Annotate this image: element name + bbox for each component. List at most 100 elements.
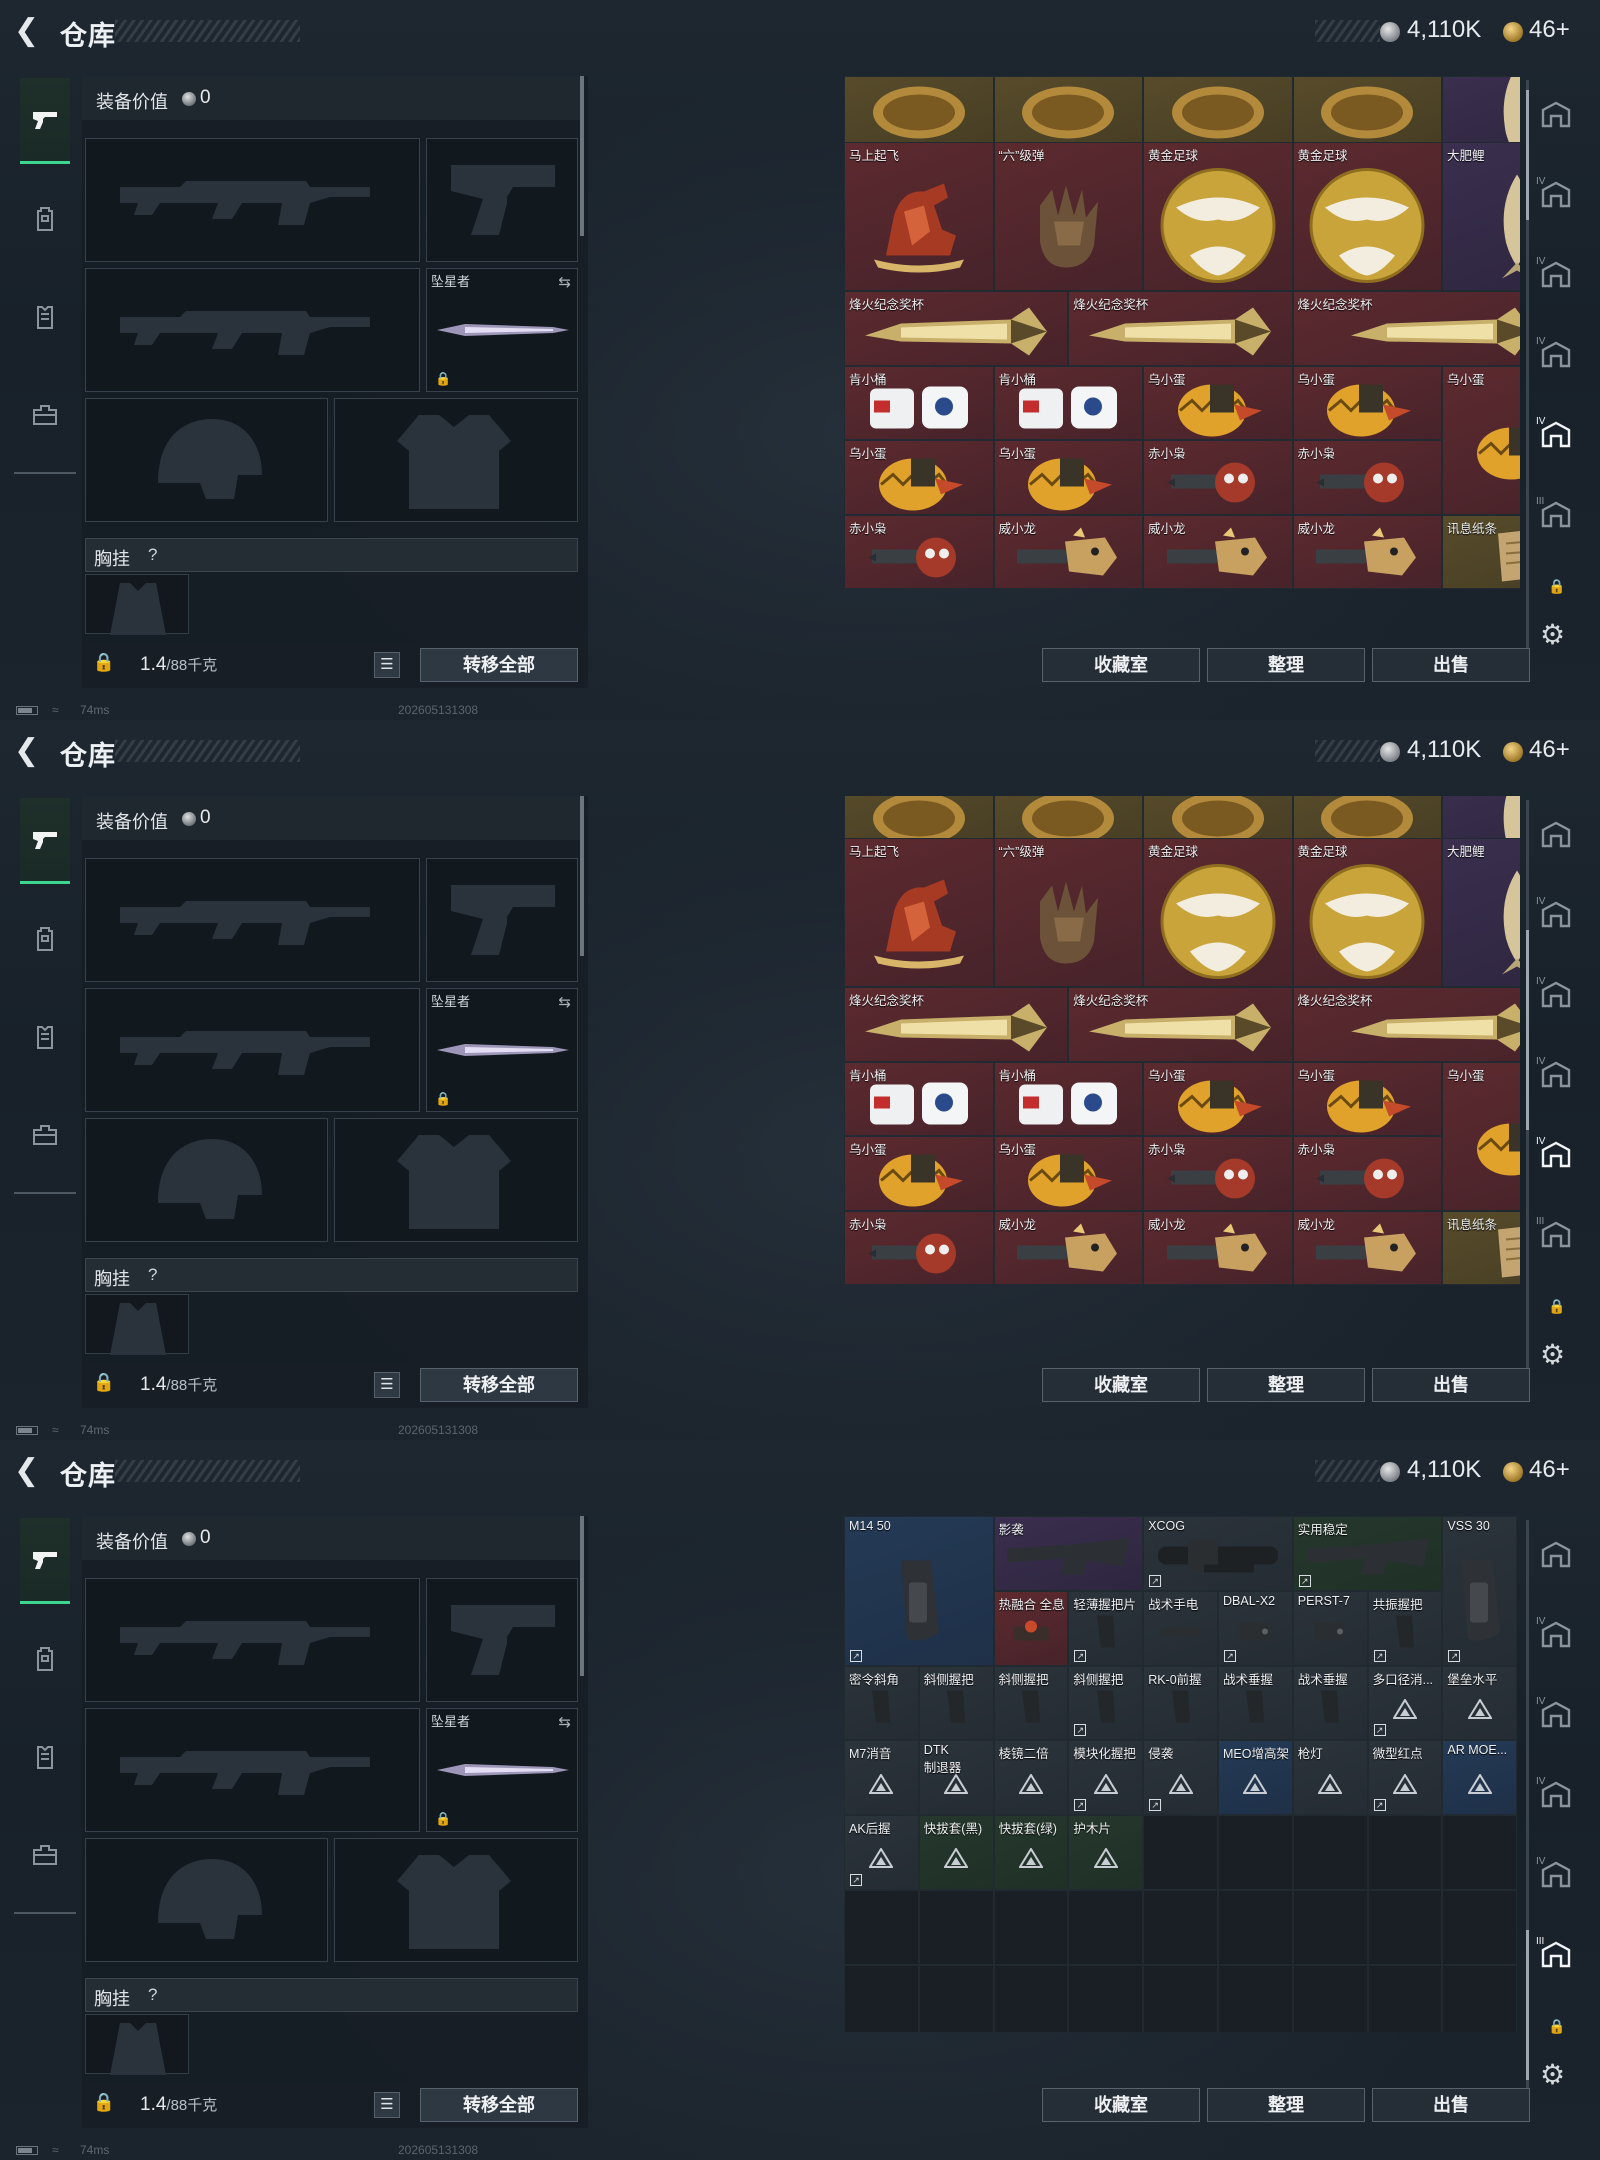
storage-item[interactable]: 赤小枭 xyxy=(844,514,994,589)
storage-item[interactable]: 黄金足球 xyxy=(1143,838,1293,987)
empty-storage-cell[interactable] xyxy=(993,1890,1069,1965)
storage-item[interactable]: VSS 30 ↗ xyxy=(1442,1516,1518,1666)
primary-weapon-slot[interactable] xyxy=(85,858,420,982)
gold-amount[interactable]: 46+ xyxy=(1529,16,1570,44)
storage-item[interactable]: 烽火纪念奖杯 xyxy=(844,987,1069,1062)
storage-item[interactable]: 烽火纪念奖杯 xyxy=(1068,987,1293,1062)
storage-item[interactable]: 黄金足球 xyxy=(1143,142,1293,291)
storage-iv-1-icon[interactable]: IV xyxy=(1536,1696,1574,1736)
empty-storage-cell[interactable] xyxy=(1292,1890,1368,1965)
tab-backpack[interactable] xyxy=(20,176,70,262)
empty-storage-cell[interactable] xyxy=(1442,1815,1518,1890)
storage-item[interactable]: 肯小桶 xyxy=(844,365,994,440)
help-icon[interactable]: ? xyxy=(148,1985,157,2005)
storage-iii-icon[interactable]: III xyxy=(1536,1216,1574,1256)
storage-item[interactable]: PERST-7 xyxy=(1292,1590,1368,1666)
storage-iv-add-icon[interactable]: IV xyxy=(1536,176,1574,216)
storage-item[interactable]: 赤小枭 xyxy=(844,1210,994,1285)
lock-icon[interactable]: 🔒 xyxy=(92,2092,116,2116)
chest-rig-slot[interactable] xyxy=(85,2014,189,2075)
empty-storage-cell[interactable] xyxy=(1143,1890,1218,1965)
storage-item[interactable]: 大肥鲤 xyxy=(1442,838,1520,987)
empty-storage-cell[interactable] xyxy=(1367,1815,1443,1890)
storage-item[interactable]: 快拔套(绿) xyxy=(993,1815,1069,1890)
secondary-weapon-slot[interactable] xyxy=(426,138,578,262)
list-icon[interactable]: ☰ xyxy=(374,652,400,678)
empty-storage-cell[interactable] xyxy=(918,1890,994,1965)
body-armor-slot[interactable] xyxy=(334,398,578,522)
storage-item[interactable]: 威小龙 xyxy=(993,1210,1143,1285)
storage-item[interactable]: 多口径消... ↗ xyxy=(1367,1665,1443,1741)
storage-item[interactable]: 肯小桶 xyxy=(993,365,1143,440)
primary-weapon-slot[interactable] xyxy=(85,138,420,262)
empty-storage-cell[interactable] xyxy=(1367,1890,1443,1965)
storage-item[interactable]: 赤小枭 xyxy=(1292,1136,1442,1211)
storage-item[interactable]: 乌小蛋 xyxy=(1143,1061,1293,1136)
storage-item[interactable] xyxy=(1143,76,1293,150)
storage-item[interactable]: 枪灯 xyxy=(1292,1740,1368,1816)
storage-item[interactable]: 乌小蛋 xyxy=(844,1136,994,1211)
silver-amount[interactable]: 4,110K xyxy=(1407,736,1481,764)
storage-item[interactable]: 烽火纪念奖杯 xyxy=(844,291,1069,366)
collection-room-button[interactable]: 收藏室 xyxy=(1042,648,1200,682)
gold-amount[interactable]: 46+ xyxy=(1529,736,1570,764)
storage-item[interactable]: 肯小桶 xyxy=(844,1061,994,1136)
primary-weapon-slot-2[interactable] xyxy=(85,1708,420,1832)
storage-iv-2-icon[interactable]: IV xyxy=(1536,336,1574,376)
list-icon[interactable]: ☰ xyxy=(374,2092,400,2118)
storage-item[interactable]: 烽火纪念奖杯 xyxy=(1068,291,1293,366)
collection-room-button[interactable]: 收藏室 xyxy=(1042,2088,1200,2122)
empty-storage-cell[interactable] xyxy=(1143,1815,1218,1890)
storage-iv-add-icon[interactable]: IV xyxy=(1536,1616,1574,1656)
storage-iii-icon[interactable]: III xyxy=(1536,496,1574,536)
storage-item[interactable] xyxy=(1442,76,1520,150)
storage-item[interactable]: 赤小枭 xyxy=(1143,1136,1293,1211)
body-armor-slot[interactable] xyxy=(334,1118,578,1242)
empty-storage-cell[interactable] xyxy=(1068,1964,1144,2032)
storage-item[interactable] xyxy=(1292,76,1442,150)
sort-button[interactable]: 整理 xyxy=(1207,1368,1365,1402)
secondary-weapon-slot[interactable] xyxy=(426,858,578,982)
collection-room-button[interactable]: 收藏室 xyxy=(1042,1368,1200,1402)
equipment-scrollbar[interactable] xyxy=(580,1516,584,1676)
storage-item[interactable]: 战术手电 xyxy=(1143,1590,1218,1666)
storage-item[interactable]: 马上起飞 xyxy=(844,838,994,987)
storage-item[interactable]: 热融合 全息 xyxy=(993,1590,1069,1666)
storage-item[interactable]: 乌小蛋 xyxy=(1292,1061,1442,1136)
storage-item[interactable]: 赤小枭 xyxy=(1143,440,1293,515)
storage-item[interactable]: 战术垂握 xyxy=(1292,1665,1368,1741)
storage-item[interactable]: 轻薄握把片 ↗ xyxy=(1068,1590,1144,1666)
empty-storage-cell[interactable] xyxy=(1143,1964,1218,2032)
empty-storage-cell[interactable] xyxy=(844,1890,919,1965)
lock-icon[interactable]: 🔒 xyxy=(92,1372,116,1396)
melee-slot[interactable]: 坠星者 ⇆ 🔒 xyxy=(426,988,578,1112)
rail-scroll-thumb[interactable] xyxy=(1526,930,1529,1130)
storage-item[interactable]: 黄金足球 xyxy=(1292,838,1442,987)
empty-storage-cell[interactable] xyxy=(1367,1964,1443,2032)
sell-button[interactable]: 出售 xyxy=(1372,1368,1530,1402)
primary-weapon-slot[interactable] xyxy=(85,1578,420,1702)
transfer-all-button[interactable]: 转移全部 xyxy=(420,648,578,682)
empty-storage-cell[interactable] xyxy=(1292,1964,1368,2032)
storage-item[interactable]: 赤小枭 xyxy=(1292,440,1442,515)
transfer-all-button[interactable]: 转移全部 xyxy=(420,1368,578,1402)
storage-item[interactable]: 讯息纸条 xyxy=(1442,514,1520,589)
gear-icon[interactable]: ⚙ xyxy=(1540,2058,1565,2091)
storage-item[interactable]: RK-0前握 xyxy=(1143,1665,1218,1741)
storage-iv-add-icon[interactable]: IV xyxy=(1536,896,1574,936)
silver-amount[interactable]: 4,110K xyxy=(1407,1456,1481,1484)
storage-iv-1-icon[interactable]: IV xyxy=(1536,976,1574,1016)
storage-item[interactable]: 乌小蛋 xyxy=(1292,365,1442,440)
tab-backpack[interactable] xyxy=(20,896,70,982)
tab-case[interactable] xyxy=(20,1812,70,1898)
help-icon[interactable]: ? xyxy=(148,1265,157,1285)
storage-item[interactable]: 侵袭 ↗ xyxy=(1143,1740,1218,1816)
tab-case[interactable] xyxy=(20,372,70,458)
storage-item[interactable]: 乌小蛋 xyxy=(993,440,1143,515)
storage-home-icon[interactable] xyxy=(1538,100,1574,136)
equipment-scrollbar[interactable] xyxy=(580,76,584,236)
tab-vest[interactable] xyxy=(20,1714,70,1800)
primary-weapon-slot-2[interactable] xyxy=(85,268,420,392)
storage-item[interactable]: 马上起飞 xyxy=(844,142,994,291)
swap-icon[interactable]: ⇆ xyxy=(558,273,571,291)
